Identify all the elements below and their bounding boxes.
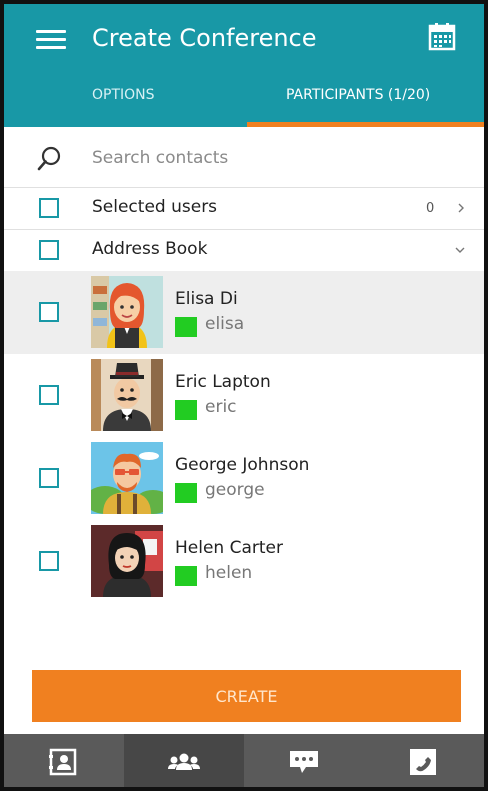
contact-name: Helen Carter (175, 538, 283, 558)
contact-checkbox[interactable] (39, 385, 59, 405)
contact-name: George Johnson (175, 455, 310, 475)
contact-row-eric[interactable]: Eric Lapton eric (4, 354, 484, 437)
selected-users-row[interactable]: Selected users 0 (4, 188, 484, 230)
hamburger-menu-icon[interactable] (36, 28, 68, 52)
app-header: Create Conference OPTIONS PARTICIPANTS (… (4, 4, 484, 127)
page-title: Create Conference (92, 24, 317, 52)
tab-participants[interactable]: PARTICIPANTS (1/20) (286, 86, 430, 104)
contact-username: helen (205, 563, 253, 583)
calendar-icon[interactable] (427, 22, 457, 52)
contact-row-helen[interactable]: Helen Carter helen (4, 520, 484, 603)
phone-icon (410, 749, 436, 775)
chevron-right-icon[interactable] (456, 203, 466, 213)
nav-conference[interactable] (124, 734, 244, 787)
contact-row-george[interactable]: George Johnson george (4, 437, 484, 520)
selected-users-label: Selected users (92, 197, 218, 217)
chevron-down-icon[interactable] (455, 245, 465, 255)
contact-checkbox[interactable] (39, 302, 59, 322)
presence-status-indicator (175, 400, 197, 420)
selected-users-count: 0 (426, 201, 435, 216)
address-book-checkbox[interactable] (39, 240, 59, 260)
contact-checkbox[interactable] (39, 551, 59, 571)
app-window: Create Conference OPTIONS PARTICIPANTS (… (0, 0, 488, 791)
contact-row-elisa[interactable]: Elisa Di elisa (4, 271, 484, 354)
address-book-label: Address Book (92, 239, 208, 259)
avatar (91, 359, 163, 431)
avatar (91, 442, 163, 514)
chat-icon (290, 751, 318, 773)
address-book-row[interactable]: Address Book (4, 230, 484, 272)
create-button[interactable]: CREATE (32, 670, 461, 722)
avatar (91, 276, 163, 348)
search-bar (4, 131, 484, 188)
presence-status-indicator (175, 317, 197, 337)
contact-name: Elisa Di (175, 289, 238, 309)
avatar (91, 525, 163, 597)
nav-chat[interactable] (244, 734, 364, 787)
nav-calls[interactable] (364, 734, 484, 787)
presence-status-indicator (175, 566, 197, 586)
contact-name: Eric Lapton (175, 372, 271, 392)
selected-users-checkbox[interactable] (39, 198, 59, 218)
contact-checkbox[interactable] (39, 468, 59, 488)
search-input[interactable] (92, 143, 432, 173)
contact-username: george (205, 480, 265, 500)
group-icon (168, 753, 200, 770)
presence-status-indicator (175, 483, 197, 503)
contact-username: eric (205, 397, 237, 417)
bottom-navigation (4, 734, 484, 787)
contact-card-icon (49, 748, 77, 776)
nav-contacts[interactable] (4, 734, 124, 787)
active-tab-indicator (247, 122, 484, 127)
contact-username: elisa (205, 314, 245, 334)
tab-options[interactable]: OPTIONS (92, 86, 155, 104)
search-icon (36, 145, 64, 173)
